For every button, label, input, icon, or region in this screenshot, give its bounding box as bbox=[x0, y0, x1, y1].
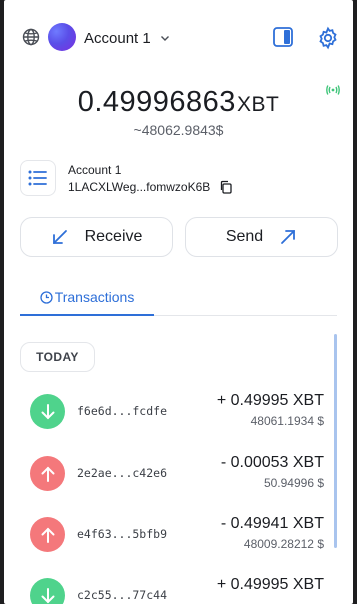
transaction-fiat: 48009.28212 $ bbox=[243, 537, 324, 551]
account-label: Account 1 bbox=[68, 163, 122, 177]
account-address-row: 1LACXLWeg...fomwzoK6B bbox=[68, 180, 233, 194]
arrow-down-icon bbox=[30, 578, 65, 604]
balance-digits: 49996863 bbox=[102, 86, 236, 118]
transaction-hash: e4f63...5bfb9 bbox=[77, 527, 168, 541]
tab-transactions[interactable]: Transactions bbox=[20, 280, 154, 316]
arrow-up-icon bbox=[30, 456, 65, 491]
wallet-popup: Account 1 0.49996863XBT ~48062.9843$ Acc… bbox=[4, 0, 353, 604]
clock-icon bbox=[40, 290, 53, 304]
balance-fiat: ~48062.9843$ bbox=[133, 122, 224, 138]
balance-amount: 0.49996863XBT bbox=[4, 86, 353, 119]
transaction-row[interactable]: c2c55...77c44 + 0.49995 XBT bbox=[4, 566, 353, 604]
arrow-down-icon bbox=[30, 394, 65, 429]
arrow-up-right-icon bbox=[281, 230, 296, 244]
balance-symbol: XBT bbox=[236, 93, 280, 116]
transaction-row[interactable]: 2e2ae...c42e6 - 0.00053 XBT 50.94996 $ bbox=[4, 444, 353, 502]
transaction-hash: f6e6d...fcdfe bbox=[77, 404, 168, 418]
balance-lead: 0. bbox=[77, 86, 103, 118]
transaction-row[interactable]: f6e6d...fcdfe + 0.49995 XBT 48061.1934 $ bbox=[4, 382, 353, 440]
transaction-amount: + 0.49995 XBT bbox=[216, 392, 324, 409]
copy-icon[interactable] bbox=[219, 180, 233, 194]
account-name: Account 1 bbox=[84, 29, 151, 47]
globe-icon[interactable] bbox=[21, 27, 41, 47]
transaction-list[interactable]: TODAY f6e6d...fcdfe + 0.49995 XBT 48061.19… bbox=[4, 330, 353, 604]
avatar[interactable] bbox=[48, 23, 76, 51]
scrollbar[interactable] bbox=[334, 334, 337, 548]
tab-bar: Transactions bbox=[20, 280, 337, 316]
transaction-amount: - 0.49941 XBT bbox=[220, 515, 324, 532]
list-icon bbox=[28, 170, 47, 186]
arrow-up-icon bbox=[30, 517, 65, 552]
transaction-fiat: 48061.1934 $ bbox=[250, 414, 324, 428]
receive-label: Receive bbox=[84, 228, 143, 245]
account-address: 1LACXLWeg...fomwzoK6B bbox=[68, 180, 211, 194]
chevron-down-icon bbox=[160, 36, 169, 41]
send-label: Send bbox=[225, 228, 264, 245]
transaction-hash: 2e2ae...c42e6 bbox=[77, 466, 168, 480]
date-group-label: TODAY bbox=[20, 342, 95, 372]
receive-button[interactable]: Receive bbox=[20, 217, 173, 257]
tab-transactions-label: Transactions bbox=[54, 289, 135, 305]
gear-icon[interactable] bbox=[316, 26, 340, 50]
account-list-button[interactable] bbox=[20, 160, 56, 196]
arrow-down-left-icon bbox=[52, 230, 67, 244]
side-panel-icon[interactable] bbox=[272, 26, 294, 48]
transaction-row[interactable]: e4f63...5bfb9 - 0.49941 XBT 48009.28212 $ bbox=[4, 505, 353, 563]
transaction-amount: + 0.49995 XBT bbox=[216, 576, 324, 593]
transaction-amount: - 0.00053 XBT bbox=[220, 454, 324, 471]
account-selector[interactable]: Account 1 bbox=[84, 28, 171, 48]
send-button[interactable]: Send bbox=[185, 217, 338, 257]
header: Account 1 bbox=[4, 0, 353, 76]
transaction-hash: c2c55...77c44 bbox=[77, 588, 168, 602]
transaction-fiat: 50.94996 $ bbox=[263, 476, 324, 490]
